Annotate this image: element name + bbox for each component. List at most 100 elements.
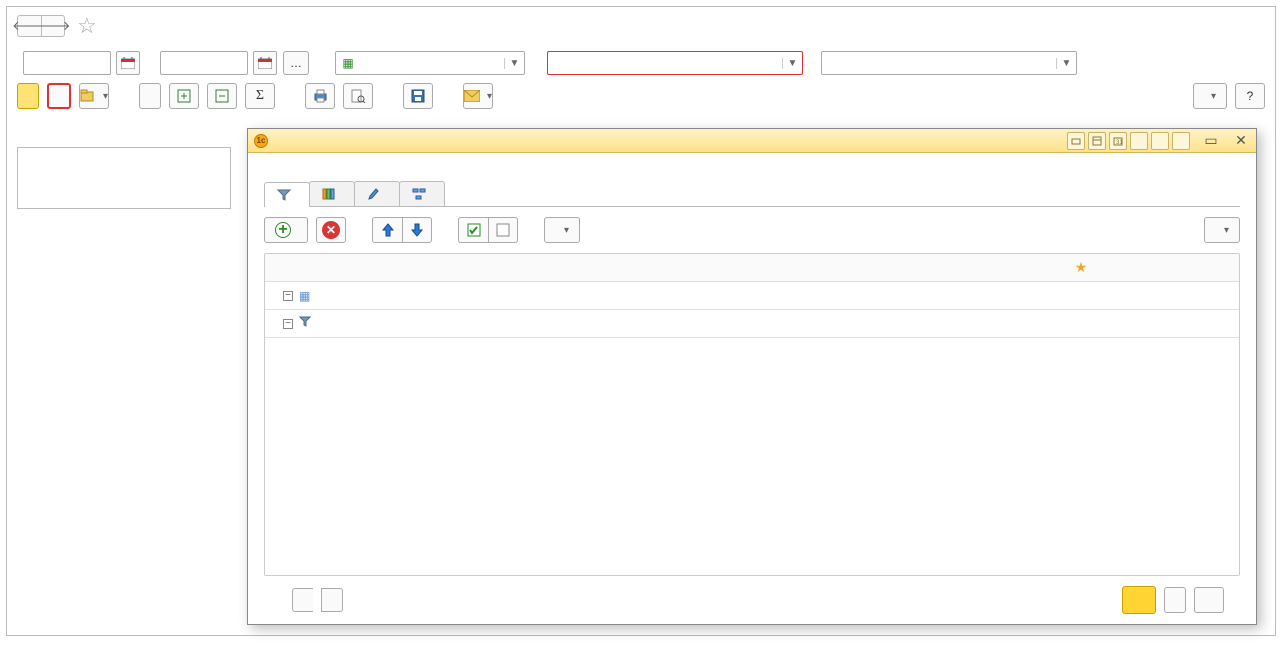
expand-icon <box>177 89 191 103</box>
period-to-calendar-button[interactable] <box>253 51 277 75</box>
email-button[interactable]: ▾ <box>463 83 493 109</box>
tab-filters[interactable] <box>264 182 310 207</box>
print-button[interactable] <box>305 83 335 109</box>
help-button[interactable]: ? <box>1235 83 1265 109</box>
columns-icon <box>322 187 336 201</box>
checkbox-checked-icon <box>467 223 481 237</box>
table-icon: ▦ <box>336 56 360 70</box>
tab-format[interactable] <box>354 181 400 206</box>
grid-body[interactable]: − ▦ − <box>265 282 1239 575</box>
tb-mplus-button[interactable] <box>1151 132 1169 150</box>
add-filter-button[interactable]: + <box>264 217 308 243</box>
find-button[interactable] <box>139 83 161 109</box>
funnel-icon <box>277 188 291 202</box>
save-button[interactable] <box>403 83 433 109</box>
collapse-toggle-icon[interactable]: − <box>283 291 293 301</box>
check-all-button[interactable] <box>458 217 488 243</box>
period-to-input[interactable] <box>160 51 248 75</box>
tb-calendar-icon[interactable]: 31 <box>1109 132 1127 150</box>
show-in-header-button[interactable]: ▾ <box>544 217 580 243</box>
header-star[interactable]: ★ <box>1063 254 1099 281</box>
header-field[interactable] <box>265 254 635 281</box>
period-from-input[interactable] <box>23 51 111 75</box>
diskette-icon <box>411 89 425 103</box>
group-row-filters[interactable]: − <box>265 310 1239 338</box>
tab-structure[interactable] <box>399 181 445 206</box>
calendar-icon <box>258 57 272 69</box>
chevron-down-icon: ▼ <box>504 58 524 69</box>
tb-print-icon[interactable] <box>1067 132 1085 150</box>
action-toolbar: ▾ Σ ▾ ▾ ? <box>7 83 1275 119</box>
envelope-icon <box>464 90 480 102</box>
arrow-down-icon <box>410 223 424 237</box>
close-button[interactable] <box>1164 587 1186 613</box>
view-advanced-button[interactable] <box>321 588 343 612</box>
chevron-down-icon: ▾ <box>484 91 492 102</box>
generate-button[interactable] <box>17 83 39 109</box>
period-picker-button[interactable]: … <box>283 51 309 75</box>
table-icon: ▦ <box>299 289 310 303</box>
chevron-down-icon: ▾ <box>1208 91 1216 102</box>
object-name-dropdown[interactable]: ▼ <box>547 51 803 75</box>
chevron-down-icon: ▼ <box>1056 58 1076 69</box>
close-and-generate-button[interactable] <box>1122 586 1156 614</box>
main-titlebar: 🡐 🡒 ☆ <box>7 7 1275 51</box>
chevron-down-icon: ▾ <box>1221 225 1229 236</box>
header-value[interactable] <box>753 254 1063 281</box>
settings-dialog: 1c 31 ▭ ✕ <box>247 128 1257 625</box>
plus-circle-icon: + <box>275 222 291 238</box>
dialog-titlebar[interactable]: 1c 31 ▭ ✕ <box>248 129 1256 153</box>
collapse-groups-button[interactable] <box>207 83 237 109</box>
more-button[interactable]: ▾ <box>1193 83 1227 109</box>
table-name-dropdown[interactable]: ▼ <box>821 51 1077 75</box>
dialog-heading <box>264 161 1240 181</box>
filters-subtoolbar: + ✕ ▾ ▾ <box>264 207 1240 253</box>
move-up-button[interactable] <box>372 217 402 243</box>
uncheck-all-button[interactable] <box>488 217 518 243</box>
dialog-titlebar-tools: 31 <box>1067 132 1190 150</box>
chevron-down-icon: ▾ <box>561 225 569 236</box>
page-magnify-icon <box>351 89 366 103</box>
grid-header-row: ★ <box>265 254 1239 282</box>
settings-tabs <box>264 181 1240 207</box>
chevron-down-icon: ▼ <box>782 58 802 69</box>
nav-forward-button[interactable]: 🡒 <box>41 15 65 37</box>
move-down-button[interactable] <box>402 217 432 243</box>
settings-button[interactable] <box>47 83 71 109</box>
dialog-maximize-icon[interactable]: ▭ <box>1202 132 1220 150</box>
calendar-icon <box>121 57 135 69</box>
tb-calc-icon[interactable] <box>1088 132 1106 150</box>
header-condition[interactable] <box>635 254 753 281</box>
dialog-help-button[interactable] <box>1194 587 1224 613</box>
header-title[interactable] <box>1099 254 1239 281</box>
period-toolbar: … ▦ ▼ ▼ ▼ <box>7 51 1275 83</box>
favorite-star-icon[interactable]: ☆ <box>77 13 97 39</box>
collapse-icon <box>215 89 229 103</box>
checkbox-empty-icon <box>496 223 510 237</box>
brush-icon <box>367 187 381 201</box>
x-circle-icon: ✕ <box>322 221 340 239</box>
folder-icon <box>80 89 96 103</box>
app-1c-icon: 1c <box>254 134 268 148</box>
printer-icon <box>313 89 328 103</box>
sum-button[interactable]: Σ <box>245 83 275 109</box>
star-icon: ★ <box>1075 259 1088 276</box>
expand-groups-button[interactable] <box>169 83 199 109</box>
collapse-toggle-icon[interactable]: − <box>283 319 293 329</box>
tb-mminus-button[interactable] <box>1172 132 1190 150</box>
filters-grid: ★ − ▦ − <box>264 253 1240 576</box>
sigma-icon: Σ <box>256 88 264 104</box>
delete-filter-button[interactable]: ✕ <box>316 217 346 243</box>
view-simple-button[interactable] <box>292 588 313 612</box>
subtoolbar-more-button[interactable]: ▾ <box>1204 217 1240 243</box>
group-row-params[interactable]: − ▦ <box>265 282 1239 310</box>
info-message-box <box>17 147 231 209</box>
funnel-small-icon <box>299 316 311 331</box>
dialog-close-icon[interactable]: ✕ <box>1232 132 1250 150</box>
period-from-calendar-button[interactable] <box>116 51 140 75</box>
variants-button[interactable]: ▾ <box>79 83 109 109</box>
tab-fields[interactable] <box>309 181 355 206</box>
metadata-type-dropdown[interactable]: ▦ ▼ <box>335 51 525 75</box>
preview-button[interactable] <box>343 83 373 109</box>
tb-m-button[interactable] <box>1130 132 1148 150</box>
